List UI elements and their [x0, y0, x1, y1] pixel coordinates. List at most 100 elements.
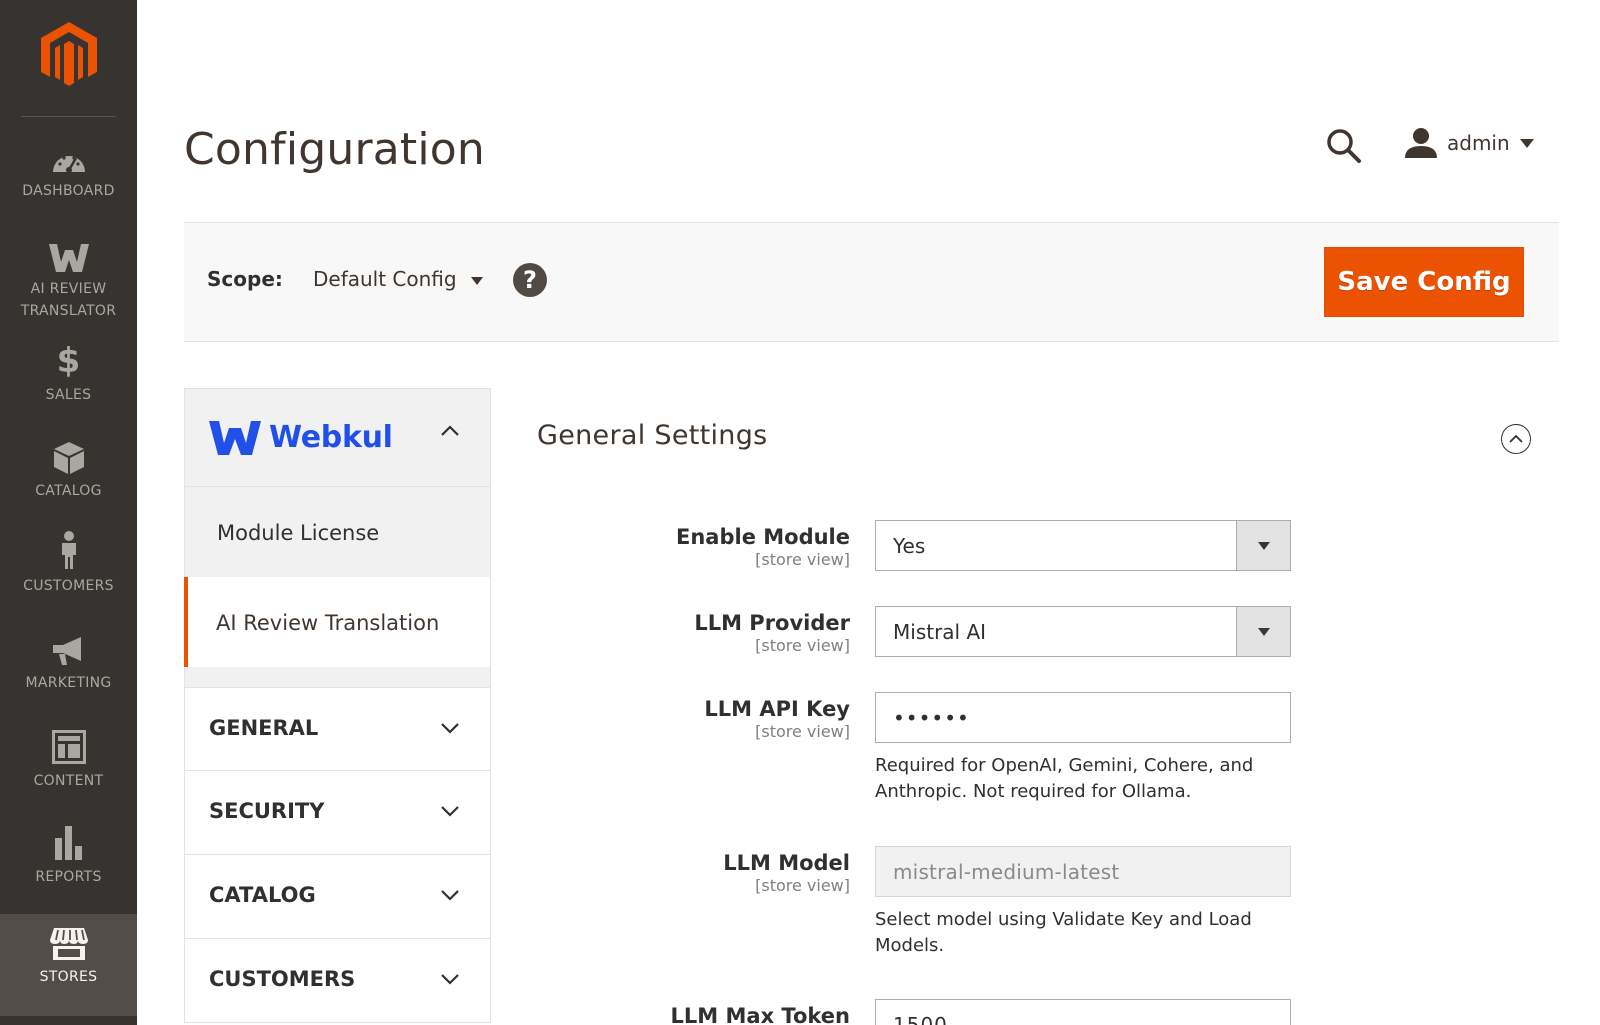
- search-button[interactable]: [1326, 128, 1362, 164]
- nav-separator: [21, 116, 116, 117]
- tab-group-label: SECURITY: [209, 799, 325, 823]
- help-icon[interactable]: ?: [513, 263, 547, 297]
- chevron-down-icon: [441, 806, 459, 817]
- admin-username: admin: [1447, 131, 1510, 155]
- layout-icon: [51, 730, 86, 764]
- tab-ai-review-translation[interactable]: AI Review Translation: [184, 577, 491, 667]
- field-title: LLM Max Token: [670, 1004, 850, 1025]
- webkul-w-icon: [48, 238, 89, 272]
- llm-max-token-input[interactable]: 1500: [875, 999, 1291, 1025]
- nav-label-stores: STORES: [39, 969, 98, 985]
- tab-group-customers[interactable]: CUSTOMERS: [184, 939, 491, 1023]
- nav-item-ai-review-translator[interactable]: AI REVIEW TRANSLATOR: [0, 238, 137, 330]
- tab-vendor-webkul[interactable]: Webkul: [184, 388, 491, 487]
- nav-item-dashboard[interactable]: DASHBOARD: [0, 140, 137, 232]
- person-icon: [59, 531, 79, 569]
- nav-item-marketing[interactable]: MARKETING: [0, 632, 137, 724]
- save-config-button[interactable]: Save Config: [1324, 247, 1524, 317]
- select-toggle[interactable]: [1236, 607, 1290, 656]
- tab-group-label: GENERAL: [209, 716, 319, 740]
- caret-down-icon: [1257, 627, 1270, 636]
- tab-label: AI Review Translation: [216, 611, 440, 635]
- nav-item-content[interactable]: CONTENT: [0, 730, 137, 822]
- megaphone-icon: [51, 632, 87, 666]
- llm-provider-select[interactable]: Mistral AI: [875, 606, 1291, 657]
- llm-api-key-label: LLM API Key [store view]: [704, 696, 850, 742]
- webkul-w-icon: [209, 420, 261, 455]
- input-value: ••••••: [893, 706, 970, 730]
- scope-value: Default Config: [313, 267, 457, 291]
- llm-api-key-input[interactable]: ••••••: [875, 692, 1291, 743]
- page-title: Configuration: [184, 124, 485, 175]
- select-value: Mistral AI: [893, 620, 987, 644]
- field-title: LLM Provider: [694, 611, 850, 635]
- nav-item-catalog[interactable]: CATALOG: [0, 440, 137, 532]
- scope-label: Scope:: [207, 267, 283, 291]
- chevron-down-icon: [441, 723, 459, 734]
- tab-label: Module License: [217, 521, 380, 545]
- search-icon: [1327, 129, 1361, 163]
- caret-down-icon: [1519, 138, 1534, 148]
- vendor-name: Webkul: [269, 420, 393, 455]
- nav-label-reports: REPORTS: [35, 869, 102, 885]
- scope-switcher[interactable]: Default Config: [313, 267, 483, 291]
- enable-module-label: Enable Module [store view]: [676, 524, 850, 570]
- magento-logo[interactable]: [0, 22, 137, 96]
- admin-user-menu[interactable]: admin: [1405, 128, 1534, 158]
- nav-label-catalog: CATALOG: [35, 483, 102, 499]
- field-scope: [store view]: [755, 550, 850, 569]
- chevron-down-icon: [441, 974, 459, 985]
- llm-model-note: Select model using Validate Key and Load…: [875, 909, 1252, 956]
- field-title: Enable Module: [676, 525, 850, 549]
- bar-chart-icon: [53, 826, 85, 860]
- llm-provider-label: LLM Provider [store view]: [694, 610, 850, 656]
- webkul-logo: Webkul: [209, 420, 393, 455]
- nav-label-ai-review-translator: AI REVIEW TRANSLATOR: [20, 281, 117, 319]
- field-scope: [store view]: [755, 876, 850, 895]
- caret-down-icon: [1257, 541, 1270, 550]
- config-tabs: Webkul Module License AI Review Translat…: [184, 388, 491, 1023]
- tab-group-catalog[interactable]: CATALOG: [184, 855, 491, 939]
- chevron-up-icon: [441, 425, 459, 436]
- chevron-up-icon: [1509, 434, 1523, 443]
- nav-label-marketing: MARKETING: [25, 675, 112, 691]
- nav-item-stores[interactable]: STORES: [0, 914, 137, 1016]
- tab-group-label: CATALOG: [209, 883, 316, 907]
- enable-module-select[interactable]: Yes: [875, 520, 1291, 571]
- caret-down-icon: [470, 277, 483, 285]
- select-toggle[interactable]: [1236, 521, 1290, 570]
- tab-group-security[interactable]: SECURITY: [184, 771, 491, 855]
- llm-api-key-note: Required for OpenAI, Gemini, Cohere, and…: [875, 755, 1254, 802]
- store-icon: [49, 926, 88, 960]
- tab-module-license[interactable]: Module License: [184, 487, 491, 577]
- field-title: LLM API Key: [704, 697, 850, 721]
- box-icon: [53, 440, 84, 474]
- dollar-icon: $: [56, 341, 81, 381]
- input-value: 1500: [893, 1013, 948, 1025]
- llm-max-token-label: LLM Max Token: [671, 1003, 850, 1025]
- nav-item-customers[interactable]: CUSTOMERS: [0, 531, 137, 627]
- tab-group-label: CUSTOMERS: [209, 967, 356, 991]
- nav-item-reports[interactable]: REPORTS: [0, 826, 137, 918]
- nav-item-sales[interactable]: $ SALES: [0, 344, 137, 436]
- field-title: LLM Model: [723, 851, 850, 875]
- llm-model-input: mistral-medium-latest: [875, 846, 1291, 897]
- dashboard-icon: [51, 140, 87, 174]
- select-value: Yes: [893, 534, 926, 558]
- llm-model-label: LLM Model [store view]: [723, 850, 850, 896]
- input-value: mistral-medium-latest: [893, 860, 1120, 884]
- tab-group-general[interactable]: GENERAL: [184, 687, 491, 771]
- chevron-down-icon: [441, 890, 459, 901]
- scope-bar: Scope: Default Config ? Save Config: [184, 222, 1559, 342]
- nav-label-content: CONTENT: [33, 773, 104, 789]
- section-title[interactable]: General Settings: [537, 420, 768, 451]
- field-scope: [store view]: [755, 636, 850, 655]
- nav-label-dashboard: DASHBOARD: [22, 183, 115, 199]
- section-collapse-button[interactable]: [1501, 424, 1531, 454]
- nav-label-customers: CUSTOMERS: [23, 578, 114, 594]
- field-scope: [store view]: [755, 722, 850, 741]
- nav-label-sales: SALES: [45, 387, 92, 403]
- user-icon: [1405, 128, 1437, 158]
- admin-sidebar: DASHBOARD AI REVIEW TRANSLATOR $ SALES C…: [0, 0, 137, 1025]
- tab-divider: [184, 667, 491, 687]
